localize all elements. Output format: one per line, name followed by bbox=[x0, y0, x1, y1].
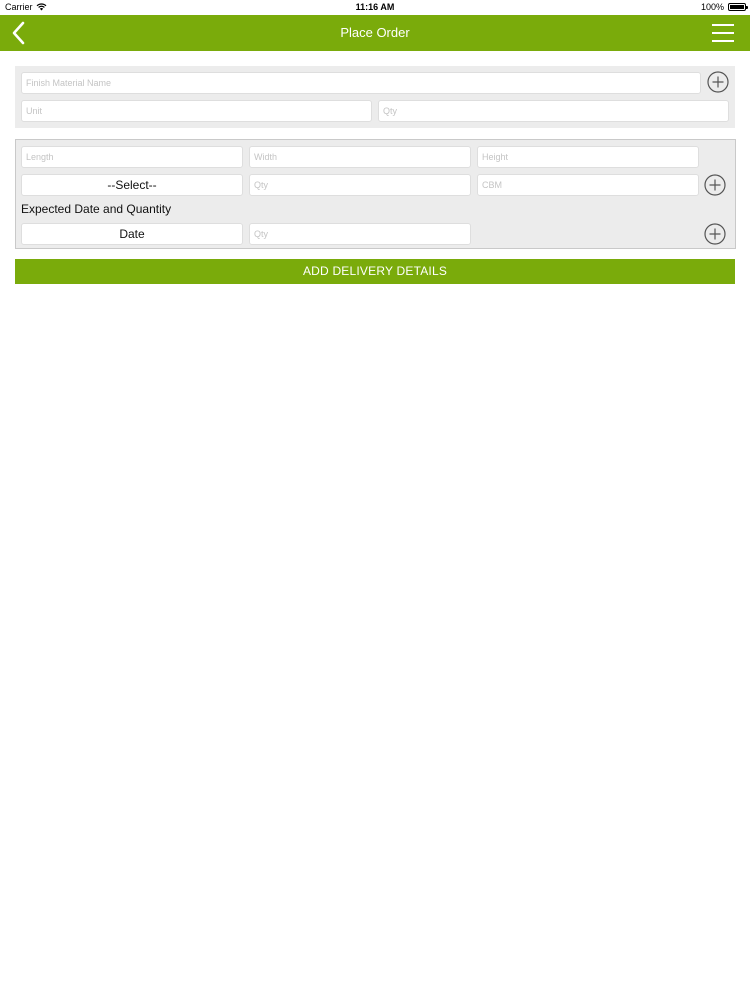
expected-date-quantity-label: Expected Date and Quantity bbox=[21, 202, 172, 216]
menu-button[interactable] bbox=[712, 23, 734, 43]
date-picker-button[interactable]: Date bbox=[21, 223, 243, 245]
width-input[interactable] bbox=[249, 146, 471, 168]
length-input[interactable] bbox=[21, 146, 243, 168]
material-qty-input[interactable] bbox=[378, 100, 729, 122]
hamburger-menu-icon bbox=[712, 24, 734, 42]
dimensions-panel: --Select-- Expected Date and Quantity Da… bbox=[15, 139, 736, 249]
status-bar: Carrier 11:16 AM 100% bbox=[0, 0, 750, 15]
unit-select[interactable]: --Select-- bbox=[21, 174, 243, 196]
plus-circle-icon bbox=[704, 174, 726, 196]
unit-input[interactable] bbox=[21, 100, 372, 122]
add-expected-date-button[interactable] bbox=[704, 223, 726, 245]
add-material-button[interactable] bbox=[707, 71, 729, 93]
battery-percent: 100% bbox=[700, 2, 724, 12]
nav-bar: Place Order bbox=[0, 15, 750, 51]
height-input[interactable] bbox=[477, 146, 699, 168]
dimension-qty-input[interactable] bbox=[249, 174, 471, 196]
battery-fill bbox=[730, 5, 744, 9]
add-dimension-button[interactable] bbox=[704, 174, 726, 196]
plus-circle-icon bbox=[704, 223, 726, 245]
page-title: Place Order bbox=[340, 25, 410, 40]
expected-qty-input[interactable] bbox=[249, 223, 471, 245]
cbm-input[interactable] bbox=[477, 174, 699, 196]
status-time: 11:16 AM bbox=[355, 2, 395, 12]
status-right: 100% bbox=[700, 2, 748, 12]
plus-circle-icon bbox=[707, 71, 729, 93]
material-panel bbox=[15, 66, 735, 128]
finish-material-name-input[interactable] bbox=[21, 72, 701, 94]
place-order-screen: Carrier 11:16 AM 100% Place Order Finish… bbox=[0, 0, 750, 1000]
battery-icon bbox=[728, 3, 748, 11]
add-delivery-details-button[interactable]: ADD DELIVERY DETAILS bbox=[15, 259, 735, 284]
